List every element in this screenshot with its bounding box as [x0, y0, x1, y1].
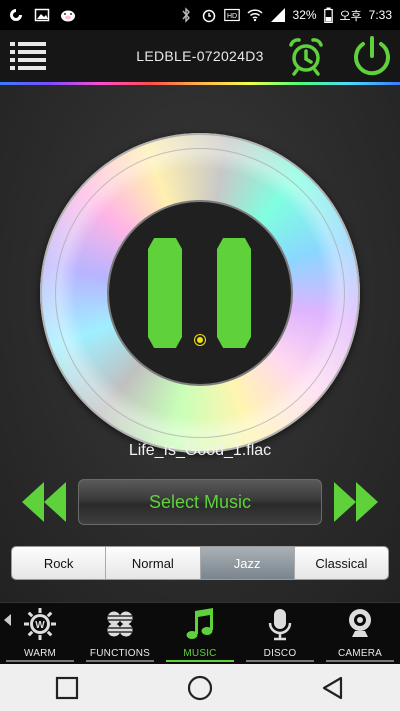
- fast-forward-icon[interactable]: [332, 480, 380, 524]
- tab-music[interactable]: MUSIC: [160, 603, 240, 665]
- eq-classical-button[interactable]: Classical: [294, 547, 388, 579]
- battery-percent: 32%: [292, 8, 317, 22]
- pig-icon: [61, 10, 75, 22]
- music-note-icon: [186, 608, 213, 639]
- tab-camera-underline: [326, 660, 394, 662]
- webcam-icon: [349, 609, 371, 637]
- disc-center-dot: [195, 335, 205, 345]
- alarm-clock-icon[interactable]: [286, 36, 326, 76]
- svg-text:W: W: [35, 620, 45, 631]
- wifi-icon: [246, 9, 263, 22]
- app-header: LEDBLE-072024D3: [0, 30, 400, 82]
- tab-camera-label: CAMERA: [338, 648, 382, 659]
- status-bar: HD 32% 오후 7:33: [0, 0, 400, 30]
- pause-icon-bar-right: [217, 238, 251, 348]
- tab-disco[interactable]: DISCO: [240, 603, 320, 665]
- recent-apps-button[interactable]: [42, 668, 92, 708]
- hd-icon: HD: [223, 8, 240, 22]
- system-navigation-bar: [0, 664, 400, 711]
- signal-icon: [270, 8, 285, 22]
- circle-icon: [187, 675, 213, 700]
- power-icon[interactable]: [350, 34, 394, 78]
- rewind-icon[interactable]: [20, 480, 68, 524]
- functions-icon: [107, 611, 133, 637]
- bluetooth-icon: [181, 7, 190, 23]
- microphone-icon: [268, 609, 292, 641]
- warm-icon: W: [24, 608, 56, 640]
- music-panel: Life_Is_Good_1.flac Select Music Rock No…: [0, 85, 400, 602]
- carrier-icon: [10, 9, 22, 21]
- bottom-tab-bar: W WARM FUNCTIONS MUSIC DISCO CAMERA: [0, 602, 400, 664]
- square-icon: [55, 676, 78, 699]
- tab-music-label: MUSIC: [183, 648, 217, 659]
- time-ampm: 오후: [339, 8, 362, 23]
- tab-music-underline: [166, 660, 234, 662]
- back-triangle-icon: [323, 676, 343, 699]
- eq-normal-button[interactable]: Normal: [106, 547, 201, 579]
- tab-functions[interactable]: FUNCTIONS: [80, 603, 160, 665]
- time-clock: 7:33: [368, 8, 392, 22]
- select-music-button[interactable]: Select Music: [78, 479, 322, 525]
- home-button[interactable]: [175, 668, 225, 708]
- device-name: LEDBLE-072024D3: [136, 48, 264, 64]
- pause-button[interactable]: [109, 202, 291, 384]
- equalizer-preset-bar: Rock Normal Jazz Classical: [11, 546, 389, 580]
- tab-disco-label: DISCO: [263, 648, 297, 659]
- tab-functions-underline: [86, 660, 154, 662]
- tab-functions-label: FUNCTIONS: [89, 648, 151, 659]
- tab-warm-underline: [6, 660, 74, 662]
- tab-disco-underline: [246, 660, 314, 662]
- image-icon: [34, 8, 50, 22]
- track-name: Life_Is_Good_1.flac: [128, 442, 272, 459]
- eq-jazz-button[interactable]: Jazz: [200, 547, 295, 579]
- battery-icon: [323, 7, 333, 23]
- svg-text:HD: HD: [226, 13, 236, 20]
- tab-warm-label: WARM: [23, 648, 57, 659]
- back-button[interactable]: [308, 668, 358, 708]
- pause-icon-bar-left: [148, 238, 182, 348]
- alarm-icon: [202, 9, 215, 23]
- tab-camera[interactable]: CAMERA: [320, 603, 400, 665]
- eq-rock-button[interactable]: Rock: [12, 547, 107, 579]
- tab-warm[interactable]: W WARM: [0, 603, 80, 665]
